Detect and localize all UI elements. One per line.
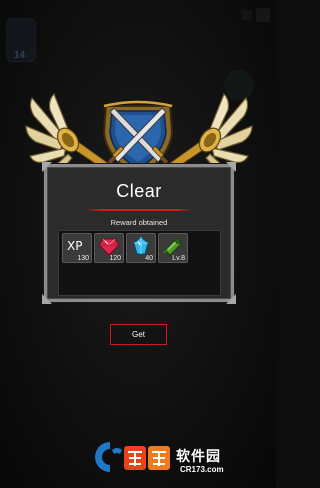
- panel-corner: [42, 162, 52, 172]
- reward-count: 40: [145, 255, 153, 262]
- green-armor-icon: [163, 238, 182, 256]
- reward-list: XP 130 120 40 Lv.8: [58, 230, 221, 296]
- xp-icon: XP: [67, 239, 83, 253]
- blue-crystal-icon: [133, 236, 149, 255]
- reward-count: 130: [77, 255, 89, 262]
- reward-count: 120: [109, 255, 121, 262]
- reward-slot-crystal[interactable]: 40: [126, 233, 156, 263]
- reward-slot-xp[interactable]: XP 130: [62, 233, 92, 263]
- background-menu-icon: [256, 8, 270, 22]
- background-level-text: 14: [14, 50, 26, 61]
- reward-label: Reward obtained: [110, 218, 168, 227]
- get-button[interactable]: Get: [110, 324, 167, 345]
- site-watermark: 软件园 CR173.com: [84, 438, 256, 476]
- panel-corner: [226, 294, 236, 304]
- watermark-brand: 软件园: [176, 449, 221, 465]
- panel-corner: [226, 162, 236, 172]
- title-divider: [85, 209, 193, 211]
- reward-count: Lv.8: [172, 255, 185, 262]
- panel-corner: [42, 294, 52, 304]
- watermark-logo-icon: [95, 442, 170, 472]
- red-gem-icon: [98, 238, 120, 256]
- result-panel: Clear Reward obtained XP 130 120 40 Lv.8: [42, 162, 236, 304]
- result-title: Clear: [116, 181, 162, 201]
- reward-slot-ruby[interactable]: 120: [94, 233, 124, 263]
- watermark-url: CR173.com: [180, 465, 224, 474]
- background-small-icon: [242, 10, 252, 20]
- reward-slot-equipment[interactable]: Lv.8: [158, 233, 188, 263]
- game-screen: 14 Clear Reward obtained XP 130 120 40 L…: [0, 0, 276, 488]
